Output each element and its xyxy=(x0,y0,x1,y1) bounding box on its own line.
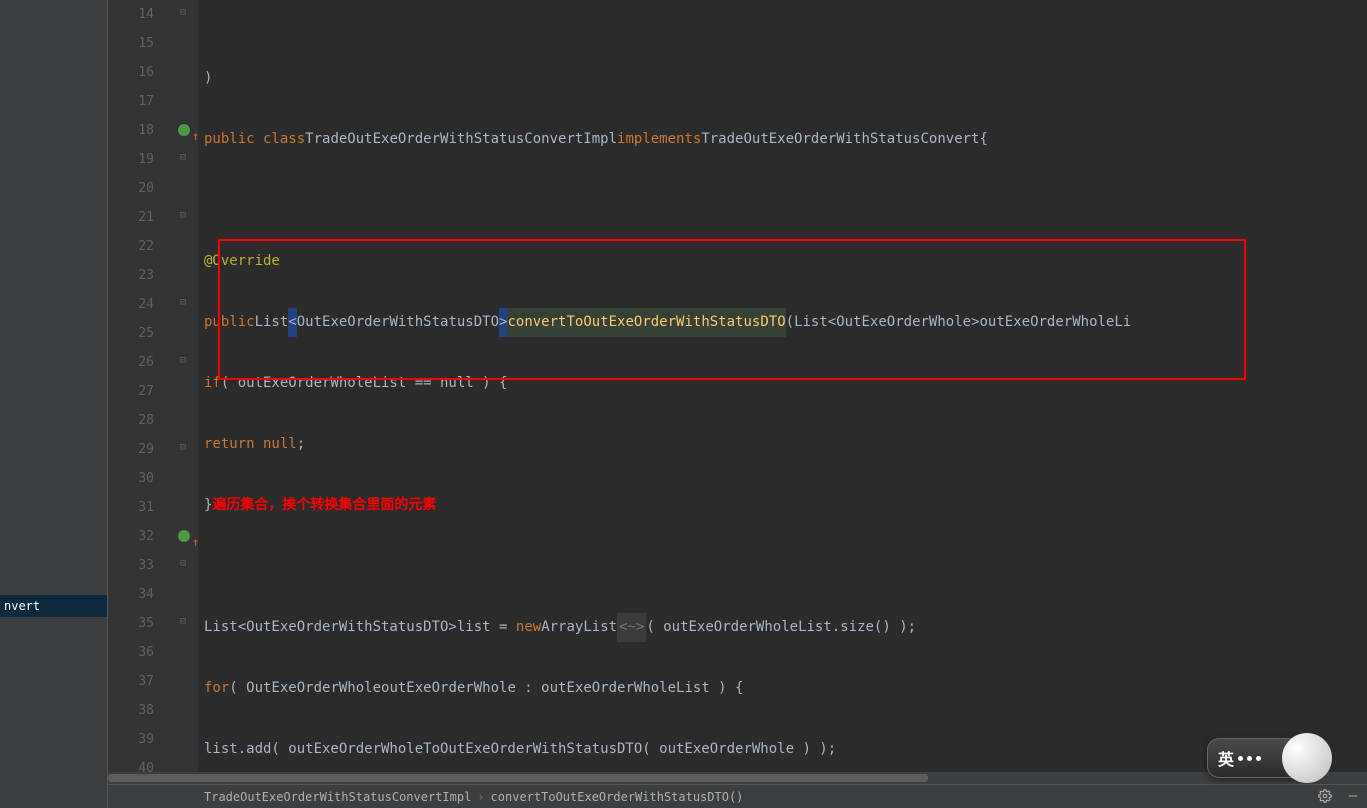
breadcrumb-method[interactable]: convertToOutExeOrderWithStatusDTO() xyxy=(485,790,750,804)
code-line[interactable] xyxy=(198,552,1367,581)
breadcrumb-class[interactable]: TradeOutExeOrderWithStatusConvertImpl xyxy=(198,790,477,804)
code-line[interactable]: } 遍历集合，挨个转换集合里面的元素 xyxy=(198,491,1367,520)
fold-icon[interactable]: ⊟ xyxy=(180,211,190,221)
line-number: 24 xyxy=(108,290,154,319)
line-gutter: 14 15 16 17 18 19 20 21 22 23 24 25 26 2… xyxy=(108,0,176,772)
ime-dots-icon xyxy=(1238,756,1261,761)
line-number: 40 xyxy=(108,754,154,772)
line-number: 39 xyxy=(108,725,154,754)
code-content[interactable]: ) public class TradeOutExeOrderWithStatu… xyxy=(198,0,1367,772)
fold-icon[interactable]: ⊟ xyxy=(180,153,190,163)
line-number: 17 xyxy=(108,87,154,116)
fold-icon[interactable]: ⊟ xyxy=(180,356,190,366)
fold-icon[interactable]: ⊟ xyxy=(180,298,190,308)
code-line[interactable]: @Override xyxy=(198,247,1367,276)
gutter-markers: ⊟ ↑ ⊟ ⊟ ⊟ ⊟ ⊟ ↑ ⊟ ⊟ xyxy=(176,0,198,772)
code-line[interactable] xyxy=(198,186,1367,215)
fold-icon[interactable]: ⊟ xyxy=(180,559,190,569)
code-line[interactable]: for ( OutExeOrderWhole outExeOrderWhole … xyxy=(198,674,1367,703)
fold-icon[interactable]: ⊟ xyxy=(180,8,190,18)
line-number: 19 xyxy=(108,145,154,174)
code-line[interactable]: return null; xyxy=(198,430,1367,459)
gear-icon[interactable] xyxy=(1315,786,1335,806)
project-sidebar[interactable]: nvert xyxy=(0,0,108,808)
ime-floating-widget[interactable]: 英 xyxy=(1207,738,1327,778)
code-line[interactable]: ) xyxy=(198,64,1367,93)
line-number: 32 xyxy=(108,522,154,551)
line-number: 35 xyxy=(108,609,154,638)
line-number: 22 xyxy=(108,232,154,261)
line-number: 36 xyxy=(108,638,154,667)
line-number: 38 xyxy=(108,696,154,725)
line-number: 20 xyxy=(108,174,154,203)
scrollbar-thumb[interactable] xyxy=(108,774,928,782)
breadcrumb: TradeOutExeOrderWithStatusConvertImpl › … xyxy=(108,784,1367,808)
sidebar-selected-file[interactable]: nvert xyxy=(0,595,107,617)
code-line[interactable]: list.add( outExeOrderWholeToOutExeOrderW… xyxy=(198,735,1367,764)
fold-icon[interactable]: ⊟ xyxy=(180,617,190,627)
code-line[interactable]: public List<OutExeOrderWithStatusDTO> co… xyxy=(198,308,1367,337)
ime-mode-label: 英 xyxy=(1218,746,1234,770)
line-number: 30 xyxy=(108,464,154,493)
line-number: 33 xyxy=(108,551,154,580)
editor[interactable]: 14 15 16 17 18 19 20 21 22 23 24 25 26 2… xyxy=(108,0,1367,808)
code-line[interactable]: List<OutExeOrderWithStatusDTO> list = ne… xyxy=(198,613,1367,642)
line-number: 27 xyxy=(108,377,154,406)
fold-icon[interactable]: ⊟ xyxy=(180,443,190,453)
line-number: 21 xyxy=(108,203,154,232)
annotation-text: 遍历集合，挨个转换集合里面的元素 xyxy=(212,491,436,520)
line-number: 14 xyxy=(108,0,154,29)
line-number: 34 xyxy=(108,580,154,609)
code-line[interactable]: if ( outExeOrderWholeList == null ) { xyxy=(198,369,1367,398)
horizontal-scrollbar[interactable] xyxy=(108,772,1367,784)
line-number: 37 xyxy=(108,667,154,696)
line-number: 25 xyxy=(108,319,154,348)
line-number: 16 xyxy=(108,58,154,87)
line-number: 28 xyxy=(108,406,154,435)
line-number: 23 xyxy=(108,261,154,290)
minimize-icon[interactable]: — xyxy=(1343,786,1363,806)
override-gutter-icon[interactable] xyxy=(178,124,190,136)
line-number: 15 xyxy=(108,29,154,58)
code-line[interactable]: public class TradeOutExeOrderWithStatusC… xyxy=(198,125,1367,154)
line-number: 26 xyxy=(108,348,154,377)
line-number: 18 xyxy=(108,116,154,145)
line-number: 31 xyxy=(108,493,154,522)
chevron-right-icon: › xyxy=(477,790,484,804)
line-number: 29 xyxy=(108,435,154,464)
override-gutter-icon[interactable] xyxy=(178,530,190,542)
